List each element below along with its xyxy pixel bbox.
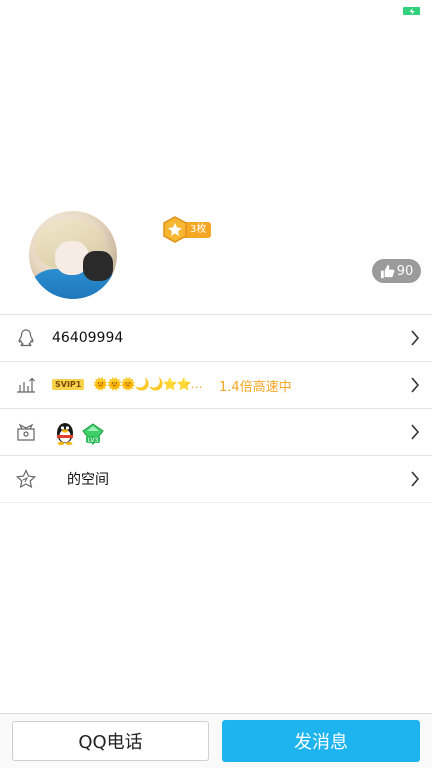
send-message-button[interactable]: 发消息 (222, 720, 420, 762)
chevron-right-icon (411, 471, 420, 487)
gift-icon (17, 423, 35, 441)
qq-number: 46409994 (52, 330, 124, 346)
chevron-right-icon (411, 330, 420, 346)
medal-hex-icon (163, 216, 187, 243)
star-space-icon (16, 469, 36, 489)
thumbs-up-icon (380, 264, 395, 278)
row-level[interactable]: SVIP1 🌞🌞🌞🌙🌙⭐⭐… 1.4倍高速中 (0, 361, 432, 408)
profile-info-list: 46409994 SVIP1 🌞🌞🌞🌙🌙⭐⭐… 1.4倍高速中 LV3 的空间 (0, 314, 432, 503)
qq-call-button[interactable]: QQ电话 (12, 721, 209, 761)
penguin-outline-icon (18, 329, 34, 347)
chevron-right-icon (411, 377, 420, 393)
row-badges[interactable]: LV3 (0, 408, 432, 455)
like-count: 90 (396, 263, 414, 279)
battery-icon (403, 7, 420, 15)
qq-penguin-icon (57, 423, 73, 445)
row-space[interactable]: 的空间 (0, 455, 432, 503)
svg-text:LV3: LV3 (88, 437, 99, 444)
row-qq-number[interactable]: 46409994 (0, 314, 432, 361)
like-button[interactable]: 90 (372, 259, 421, 283)
avatar[interactable] (29, 211, 117, 299)
speed-status: 1.4倍高速中 (219, 379, 292, 395)
level-icons: 🌞🌞🌞🌙🌙⭐⭐… (93, 377, 203, 391)
chevron-right-icon (411, 424, 420, 440)
lv3-gem-icon: LV3 (82, 423, 104, 445)
level-chart-icon (17, 377, 35, 393)
svip-tag: SVIP1 (52, 379, 85, 390)
bottom-action-bar: QQ电话 发消息 (0, 713, 432, 768)
medal-badge[interactable]: 3枚 (163, 216, 212, 243)
space-label: 的空间 (67, 472, 109, 488)
